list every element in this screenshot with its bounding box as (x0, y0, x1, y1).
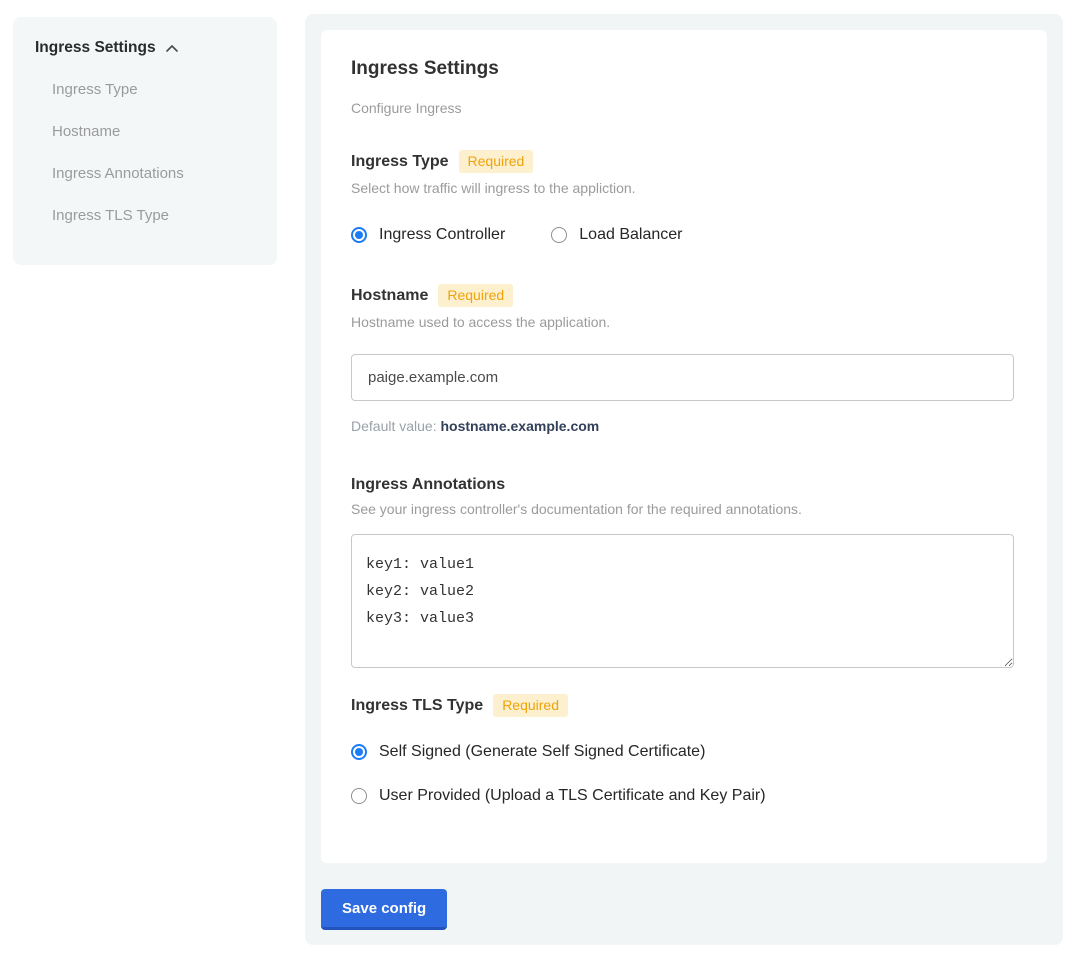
annotations-description: See your ingress controller's documentat… (351, 501, 1017, 517)
save-config-button[interactable]: Save config (321, 889, 447, 930)
section-hostname: Hostname Required Hostname used to acces… (351, 284, 1017, 434)
page-title: Ingress Settings (351, 58, 1017, 80)
sidebar-item-ingress-annotations[interactable]: Ingress Annotations (52, 165, 257, 182)
sidebar-item-ingress-tls-type[interactable]: Ingress TLS Type (52, 207, 257, 224)
config-nav-sidebar: Ingress Settings Ingress Type Hostname I… (13, 17, 277, 265)
required-badge: Required (459, 150, 534, 173)
required-badge: Required (438, 284, 513, 307)
hostname-description: Hostname used to access the application. (351, 314, 1017, 330)
ingress-type-heading: Ingress Type (351, 153, 449, 171)
ingress-type-radio-group: Ingress Controller Load Balancer (351, 226, 1017, 244)
sidebar-item-ingress-type[interactable]: Ingress Type (52, 81, 257, 98)
annotations-textarea[interactable]: key1: value1 key2: value2 key3: value3 (351, 534, 1014, 668)
radio-self-signed[interactable]: Self Signed (Generate Self Signed Certif… (351, 743, 1017, 761)
hostname-heading: Hostname (351, 287, 428, 305)
page-subtitle: Configure Ingress (351, 100, 1017, 116)
sidebar-item-list: Ingress Type Hostname Ingress Annotation… (52, 81, 257, 224)
tls-type-heading: Ingress TLS Type (351, 697, 483, 715)
section-ingress-type: Ingress Type Required Select how traffic… (351, 150, 1017, 244)
hostname-input[interactable] (351, 354, 1014, 401)
radio-unselected-icon (351, 788, 367, 804)
ingress-type-description: Select how traffic will ingress to the a… (351, 180, 1017, 196)
radio-selected-icon (351, 227, 367, 243)
sidebar-group-ingress-settings[interactable]: Ingress Settings (35, 39, 257, 57)
sidebar-group-label: Ingress Settings (35, 39, 156, 57)
radio-load-balancer[interactable]: Load Balancer (551, 226, 682, 244)
section-ingress-tls-type: Ingress TLS Type Required Self Signed (G… (351, 694, 1017, 805)
default-value-prefix: Default value: (351, 418, 441, 434)
config-panel: Ingress Settings Configure Ingress Ingre… (305, 14, 1063, 945)
radio-user-provided[interactable]: User Provided (Upload a TLS Certificate … (351, 787, 1017, 805)
hostname-default-line: Default value: hostname.example.com (351, 418, 1017, 434)
required-badge: Required (493, 694, 568, 717)
section-ingress-annotations: Ingress Annotations See your ingress con… (351, 476, 1017, 668)
radio-selected-icon (351, 744, 367, 760)
tls-type-radio-group: Self Signed (Generate Self Signed Certif… (351, 743, 1017, 805)
annotations-heading: Ingress Annotations (351, 476, 505, 494)
chevron-up-icon (164, 41, 180, 57)
radio-unselected-icon (551, 227, 567, 243)
sidebar-item-hostname[interactable]: Hostname (52, 123, 257, 140)
radio-ingress-controller[interactable]: Ingress Controller (351, 226, 505, 244)
default-value-text: hostname.example.com (441, 418, 600, 434)
config-card: Ingress Settings Configure Ingress Ingre… (321, 30, 1047, 863)
